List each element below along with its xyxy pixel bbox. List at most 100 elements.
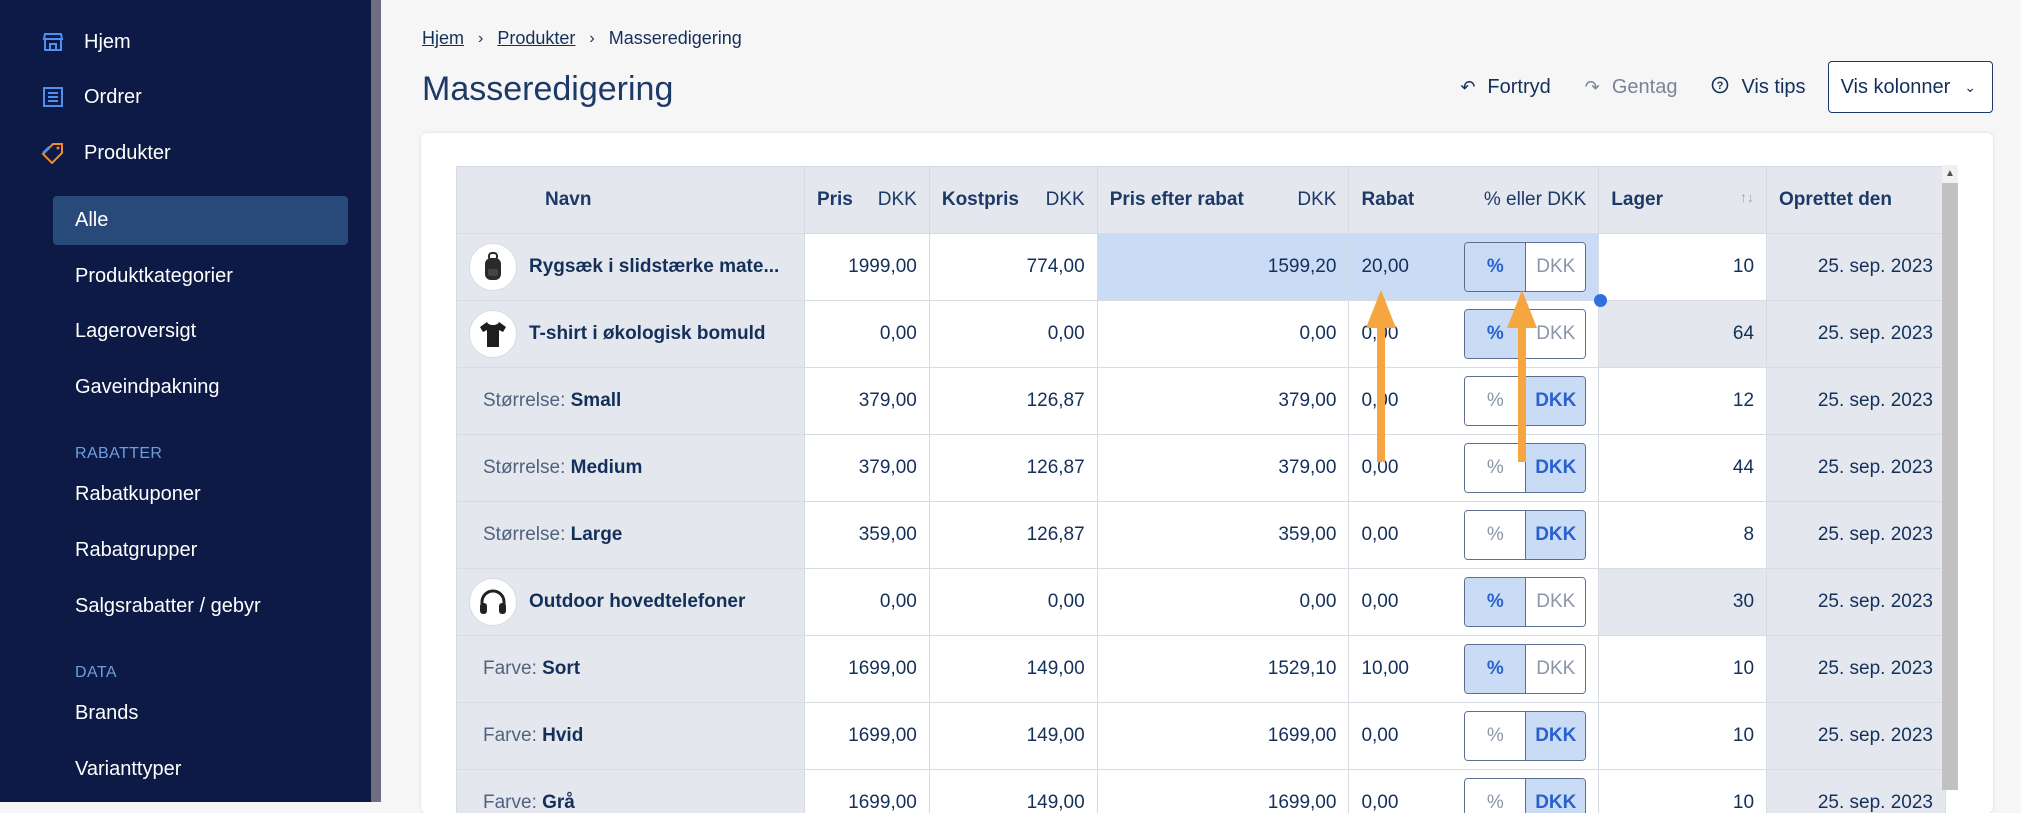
cell-pris[interactable]: 1999,00: [804, 234, 929, 301]
cell-lager[interactable]: 10: [1599, 234, 1767, 301]
discount-type-toggle[interactable]: %DKK: [1464, 644, 1586, 694]
cell-pris-efter-rabat[interactable]: 359,00: [1097, 502, 1349, 569]
sidebar-item-produktkategorier[interactable]: Produktkategorier: [53, 252, 348, 301]
vertical-scrollbar[interactable]: [1942, 165, 1958, 790]
table-row[interactable]: Størrelse: Small379,00126,87379,000,00%D…: [457, 368, 1946, 435]
toggle-dkk[interactable]: DKK: [1525, 645, 1585, 693]
cell-pris[interactable]: 379,00: [804, 435, 929, 502]
cell-lager[interactable]: 44: [1599, 435, 1767, 502]
rabat-value[interactable]: 0,00: [1361, 792, 1398, 813]
table-row[interactable]: Farve: Grå1699,00149,001699,000,00%DKK10…: [457, 770, 1946, 813]
cell-pris-efter-rabat[interactable]: 379,00: [1097, 435, 1349, 502]
cell-lager[interactable]: 10: [1599, 770, 1767, 813]
cell-pris[interactable]: 0,00: [804, 569, 929, 636]
sidebar-item-brands[interactable]: Brands: [53, 689, 348, 738]
cell-navn[interactable]: Størrelse: Medium: [457, 435, 805, 502]
cell-pris-efter-rabat[interactable]: 0,00: [1097, 569, 1349, 636]
show-columns-dropdown[interactable]: Vis kolonner ⌄: [1828, 61, 1993, 113]
cell-kostpris[interactable]: 126,87: [929, 502, 1097, 569]
cell-lager[interactable]: 10: [1599, 703, 1767, 770]
cell-kostpris[interactable]: 774,00: [929, 234, 1097, 301]
cell-navn[interactable]: Farve: Sort: [457, 636, 805, 703]
cell-kostpris[interactable]: 126,87: [929, 368, 1097, 435]
cell-navn[interactable]: Rygsæk i slidstærke mate...: [457, 234, 805, 301]
col-header-pris-efter-rabat[interactable]: Pris efter rabatDKK: [1097, 167, 1349, 234]
cell-navn[interactable]: T-shirt i økologisk bomuld: [457, 301, 805, 368]
cell-kostpris[interactable]: 0,00: [929, 301, 1097, 368]
tips-button[interactable]: ? Vis tips: [1711, 76, 1805, 99]
cell-navn[interactable]: Størrelse: Small: [457, 368, 805, 435]
table-row[interactable]: T-shirt i økologisk bomuld0,000,000,000,…: [457, 301, 1946, 368]
cell-kostpris[interactable]: 149,00: [929, 703, 1097, 770]
cell-rabat[interactable]: 0,00%DKK: [1349, 502, 1599, 569]
rabat-value[interactable]: 20,00: [1361, 256, 1409, 278]
cell-navn[interactable]: Farve: Grå: [457, 770, 805, 813]
col-header-pris[interactable]: PrisDKK: [804, 167, 929, 234]
cell-rabat[interactable]: 0,00%DKK: [1349, 770, 1599, 813]
toggle-percent[interactable]: %: [1465, 779, 1525, 813]
sidebar-item-lageroversigt[interactable]: Lageroversigt: [53, 307, 348, 356]
table-row[interactable]: Outdoor hovedtelefoner0,000,000,000,00%D…: [457, 569, 1946, 636]
cell-lager[interactable]: 12: [1599, 368, 1767, 435]
redo-button[interactable]: ↷ Gentag: [1585, 76, 1678, 99]
sidebar-item-produkter[interactable]: Produkter: [40, 133, 171, 173]
cell-pris-efter-rabat[interactable]: 1699,00: [1097, 770, 1349, 813]
cell-rabat[interactable]: 10,00 %DKK: [1349, 636, 1599, 703]
toggle-dkk[interactable]: DKK: [1525, 712, 1585, 760]
cell-kostpris[interactable]: 0,00: [929, 569, 1097, 636]
col-header-kostpris[interactable]: KostprisDKK: [929, 167, 1097, 234]
cell-pris[interactable]: 0,00: [804, 301, 929, 368]
cell-pris-efter-rabat[interactable]: 379,00: [1097, 368, 1349, 435]
rabat-value[interactable]: 0,00: [1361, 725, 1398, 747]
cell-navn[interactable]: Størrelse: Large: [457, 502, 805, 569]
sort-icon[interactable]: ↑↓: [1740, 189, 1754, 205]
sidebar-item-alle[interactable]: Alle: [53, 196, 348, 245]
table-row[interactable]: Farve: Hvid1699,00149,001699,000,00%DKK1…: [457, 703, 1946, 770]
toggle-dkk[interactable]: DKK: [1525, 511, 1585, 559]
discount-type-toggle[interactable]: %DKK: [1464, 510, 1586, 560]
sidebar-item-ordrer[interactable]: Ordrer: [40, 77, 142, 117]
rabat-value[interactable]: 10,00: [1361, 658, 1409, 680]
scroll-up-arrow-icon[interactable]: ▲: [1942, 165, 1958, 183]
table-row[interactable]: Rygsæk i slidstærke mate...1999,00774,00…: [457, 234, 1946, 301]
cell-pris[interactable]: 1699,00: [804, 703, 929, 770]
cell-kostpris[interactable]: 149,00: [929, 636, 1097, 703]
cell-pris[interactable]: 359,00: [804, 502, 929, 569]
toggle-percent[interactable]: %: [1465, 578, 1525, 626]
col-header-navn[interactable]: Navn: [457, 167, 805, 234]
table-row[interactable]: Størrelse: Medium379,00126,87379,000,00%…: [457, 435, 1946, 502]
sidebar-item-varianttyper[interactable]: Varianttyper: [53, 745, 348, 794]
cell-lager[interactable]: 64: [1599, 301, 1767, 368]
cell-lager[interactable]: 8: [1599, 502, 1767, 569]
discount-type-toggle[interactable]: %DKK: [1464, 711, 1586, 761]
toggle-percent[interactable]: %: [1465, 511, 1525, 559]
cell-pris-efter-rabat[interactable]: 1699,00: [1097, 703, 1349, 770]
col-header-rabat[interactable]: Rabat% eller DKK: [1349, 167, 1599, 234]
cell-rabat[interactable]: 0,00 %DKK: [1349, 703, 1599, 770]
discount-type-toggle[interactable]: %DKK: [1464, 778, 1586, 813]
breadcrumb-products-link[interactable]: Produkter: [497, 28, 575, 49]
sidebar-item-rabatkuponer[interactable]: Rabatkuponer: [53, 470, 348, 519]
col-header-oprettet[interactable]: Oprettet den: [1767, 167, 1946, 234]
cell-pris[interactable]: 1699,00: [804, 636, 929, 703]
toggle-dkk[interactable]: DKK: [1525, 578, 1585, 626]
cell-pris-efter-rabat[interactable]: 1529,10: [1097, 636, 1349, 703]
cell-pris-efter-rabat[interactable]: 1599,20: [1097, 234, 1349, 301]
sidebar-item-gaveindpakning[interactable]: Gaveindpakning: [53, 363, 348, 412]
cell-pris-efter-rabat[interactable]: 0,00: [1097, 301, 1349, 368]
cell-kostpris[interactable]: 126,87: [929, 435, 1097, 502]
undo-button[interactable]: ↶ Fortryd: [1460, 76, 1550, 99]
sidebar-item-rabatgrupper[interactable]: Rabatgrupper: [53, 526, 348, 575]
cell-rabat[interactable]: 0,00%DKK: [1349, 569, 1599, 636]
cell-lager[interactable]: 10: [1599, 636, 1767, 703]
cell-lager[interactable]: 30: [1599, 569, 1767, 636]
cell-kostpris[interactable]: 149,00: [929, 770, 1097, 813]
toggle-dkk[interactable]: DKK: [1525, 779, 1585, 813]
col-header-lager[interactable]: Lager↑↓: [1599, 167, 1767, 234]
cell-pris[interactable]: 1699,00: [804, 770, 929, 813]
discount-type-toggle[interactable]: %DKK: [1464, 577, 1586, 627]
rabat-value[interactable]: 0,00: [1361, 591, 1398, 613]
cell-navn[interactable]: Outdoor hovedtelefoner: [457, 569, 805, 636]
rabat-value[interactable]: 0,00: [1361, 524, 1398, 546]
table-row[interactable]: Farve: Sort1699,00149,001529,10 10,00 %DKK…: [457, 636, 1946, 703]
